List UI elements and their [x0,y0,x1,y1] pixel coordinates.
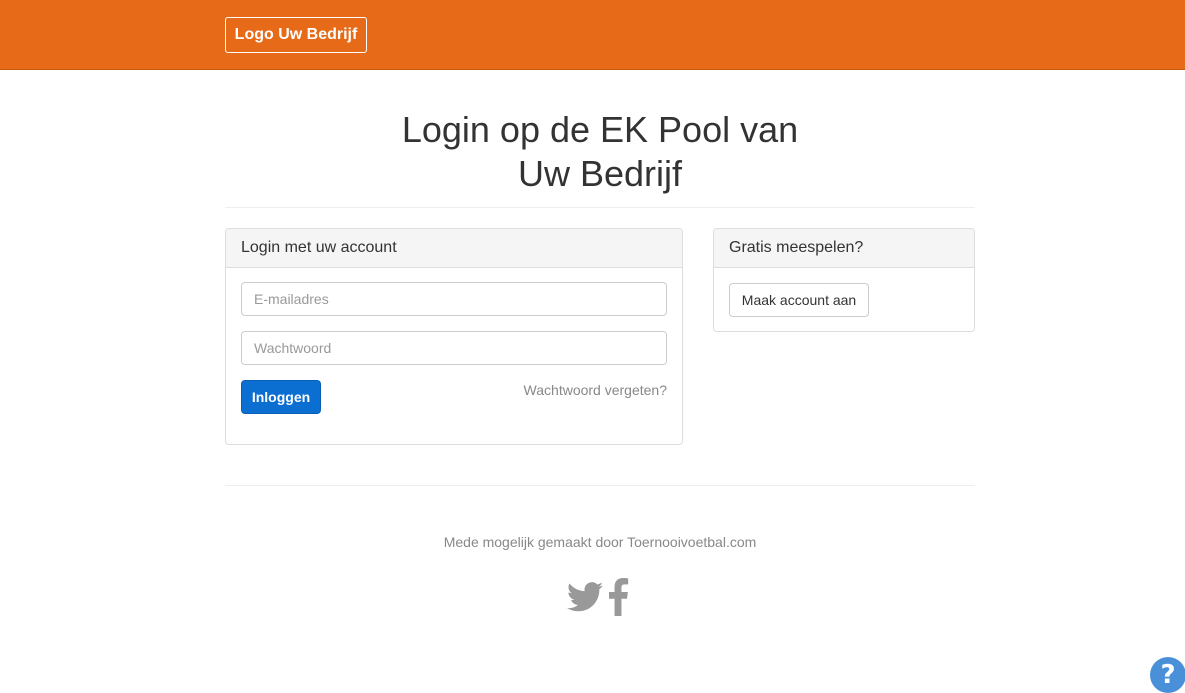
forgot-password-link[interactable]: Wachtwoord vergeten? [524,382,667,398]
divider-bottom [225,485,975,486]
page-title: Login op de EK Pool van Uw Bedrijf [225,108,975,196]
logo-button[interactable]: Logo Uw Bedrijf [225,17,367,53]
twitter-icon[interactable] [567,582,603,612]
page-title-line1: Login op de EK Pool van [401,109,799,150]
top-navbar: Logo Uw Bedrijf [0,0,1185,70]
footer-credit: Mede mogelijk gemaakt door Toernooivoetb… [443,534,757,550]
password-input[interactable] [241,331,667,365]
social-links [567,577,637,617]
help-button[interactable]: ? [1150,657,1185,693]
register-panel: Gratis meespelen? Maak account aan [713,228,975,332]
login-panel-heading: Login met uw account [226,229,682,268]
divider-top [225,207,975,208]
email-input[interactable] [241,282,667,316]
facebook-icon[interactable] [607,578,629,616]
login-panel: Login met uw account Inloggen Wachtwoord… [225,228,683,445]
create-account-button[interactable]: Maak account aan [729,283,869,317]
register-panel-heading: Gratis meespelen? [714,229,974,268]
page-title-line2: Uw Bedrijf [517,153,683,194]
login-button[interactable]: Inloggen [241,380,321,414]
